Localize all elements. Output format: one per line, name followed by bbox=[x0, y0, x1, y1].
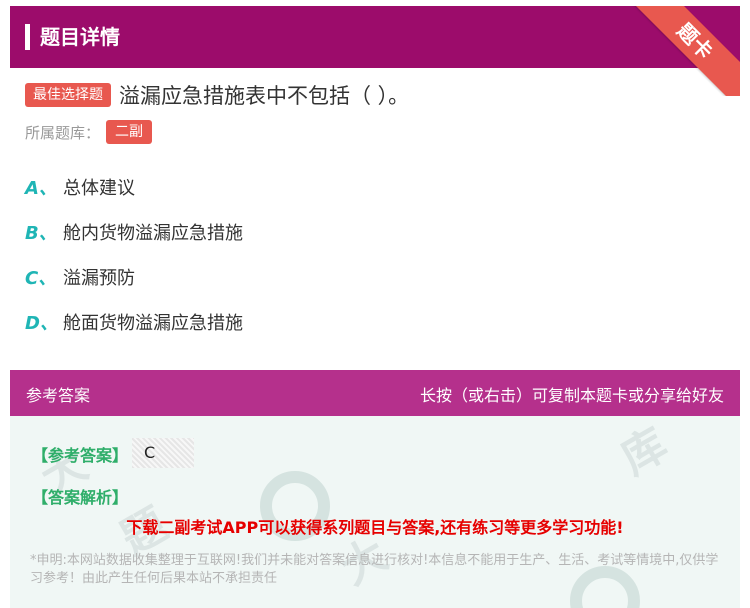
option-a[interactable]: A、 总体建议 bbox=[25, 172, 243, 202]
ribbon-label: 题卡 bbox=[630, 6, 740, 96]
option-b[interactable]: B、 舱内货物溢漏应急措施 bbox=[25, 217, 243, 247]
answer-section-title: 参考答案 bbox=[26, 386, 91, 405]
reference-answer-value: C bbox=[132, 438, 194, 468]
question-type-badge: 最佳选择题 bbox=[25, 83, 111, 107]
answer-analysis-label: 【答案解析】 bbox=[32, 488, 129, 507]
corner-ribbon: 题卡 bbox=[630, 6, 740, 96]
header-accent-bar bbox=[25, 24, 30, 50]
answer-section-header: 参考答案 长按（或右击）可复制本题卡或分享给好友 bbox=[10, 370, 740, 416]
option-letter: B、 bbox=[25, 223, 57, 244]
download-app-promo[interactable]: 下载二副考试APP可以获得系列题目与答案,还有练习等更多学习功能! bbox=[10, 514, 740, 538]
option-text: 舱内货物溢漏应急措施 bbox=[63, 223, 243, 244]
answer-section-body: 大 题 大 库 【参考答案】 C 【答案解析】 下载二副考试APP可以获得系列题… bbox=[10, 416, 740, 608]
bank-badge[interactable]: 二副 bbox=[106, 120, 153, 144]
option-letter: C、 bbox=[25, 268, 57, 289]
option-text: 溢漏预防 bbox=[63, 268, 135, 289]
page-header: 题目详情 题卡 bbox=[10, 6, 740, 96]
copy-hint: 长按（或右击）可复制本题卡或分享给好友 bbox=[419, 386, 724, 405]
option-text: 总体建议 bbox=[63, 178, 135, 199]
option-c[interactable]: C、 溢漏预防 bbox=[25, 262, 243, 292]
question-row: 最佳选择题 溢漏应急措施表中不包括（ ）。 bbox=[25, 80, 409, 110]
disclaimer-text: *申明:本网站数据收集整理于互联网!我们并未能对答案信息进行核对!本信息不能用于… bbox=[30, 553, 719, 586]
options-list: A、 总体建议 B、 舱内货物溢漏应急措施 C、 溢漏预防 D、 舱面货物溢漏应… bbox=[25, 172, 243, 352]
option-d[interactable]: D、 舱面货物溢漏应急措施 bbox=[25, 307, 243, 337]
reference-answer-label: 【参考答案】 bbox=[32, 446, 129, 465]
question-bank-row: 所属题库： 二副 bbox=[25, 120, 153, 144]
page-title: 题目详情 bbox=[40, 25, 120, 49]
bank-label: 所属题库： bbox=[25, 123, 101, 142]
option-letter: D、 bbox=[25, 313, 58, 334]
question-text: 溢漏应急措施表中不包括（ ）。 bbox=[119, 84, 410, 108]
option-text: 舱面货物溢漏应急措施 bbox=[63, 313, 243, 334]
option-letter: A、 bbox=[25, 178, 57, 199]
watermark-glyph: 库 bbox=[612, 418, 677, 485]
